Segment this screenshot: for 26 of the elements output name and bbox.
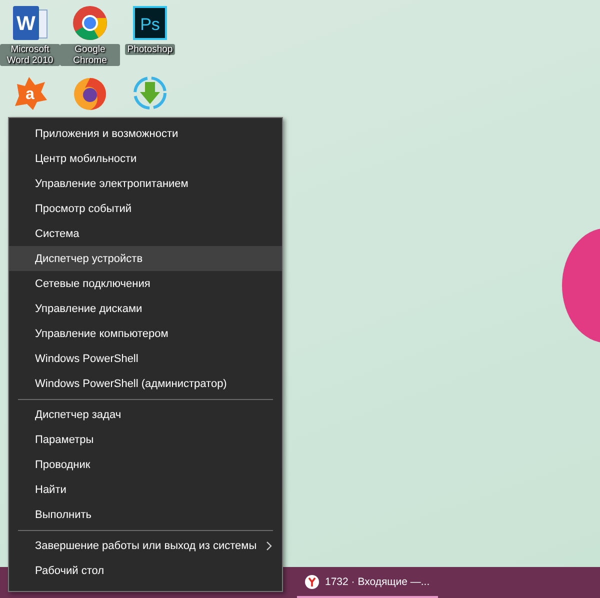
menu-item[interactable]: Windows PowerShell (администратор) bbox=[9, 371, 282, 396]
menu-item[interactable]: Завершение работы или выход из системы bbox=[9, 533, 282, 558]
ps-square-icon[interactable]: Ps bbox=[131, 4, 169, 42]
menu-item[interactable]: Управление компьютером bbox=[9, 321, 282, 346]
menu-item[interactable]: Рабочий стол bbox=[9, 558, 282, 583]
menu-item[interactable]: Система bbox=[9, 221, 282, 246]
menu-item[interactable]: Диспетчер устройств bbox=[9, 246, 282, 271]
icon-label: Google Chrome bbox=[60, 44, 120, 66]
menu-item[interactable]: Управление электропитанием bbox=[9, 171, 282, 196]
menu-item[interactable]: Центр мобильности bbox=[9, 146, 282, 171]
y-circle-icon bbox=[305, 574, 319, 588]
menu-item[interactable]: Просмотр событий bbox=[9, 196, 282, 221]
menu-item[interactable]: Выполнить bbox=[9, 502, 282, 527]
menu-item[interactable]: Диспетчер задач bbox=[9, 402, 282, 427]
menu-item[interactable]: Сетевые подключения bbox=[9, 271, 282, 296]
menu-item[interactable]: Управление дисками bbox=[9, 296, 282, 321]
chevron-right-icon bbox=[266, 540, 272, 550]
menu-item[interactable]: Windows PowerShell bbox=[9, 346, 282, 371]
icon-label: Photoshop bbox=[125, 44, 175, 55]
menu-item[interactable]: Приложения и возможности bbox=[9, 121, 282, 146]
menu-item[interactable]: Проводник bbox=[9, 452, 282, 477]
browser-circle-icon[interactable] bbox=[71, 4, 109, 42]
taskbar-button[interactable]: 1732 · Входящие —... bbox=[297, 567, 438, 598]
menu-item[interactable]: Найти bbox=[9, 477, 282, 502]
menu-item[interactable]: Параметры bbox=[9, 427, 282, 452]
icon-label: Microsoft Word 2010 bbox=[0, 44, 60, 66]
